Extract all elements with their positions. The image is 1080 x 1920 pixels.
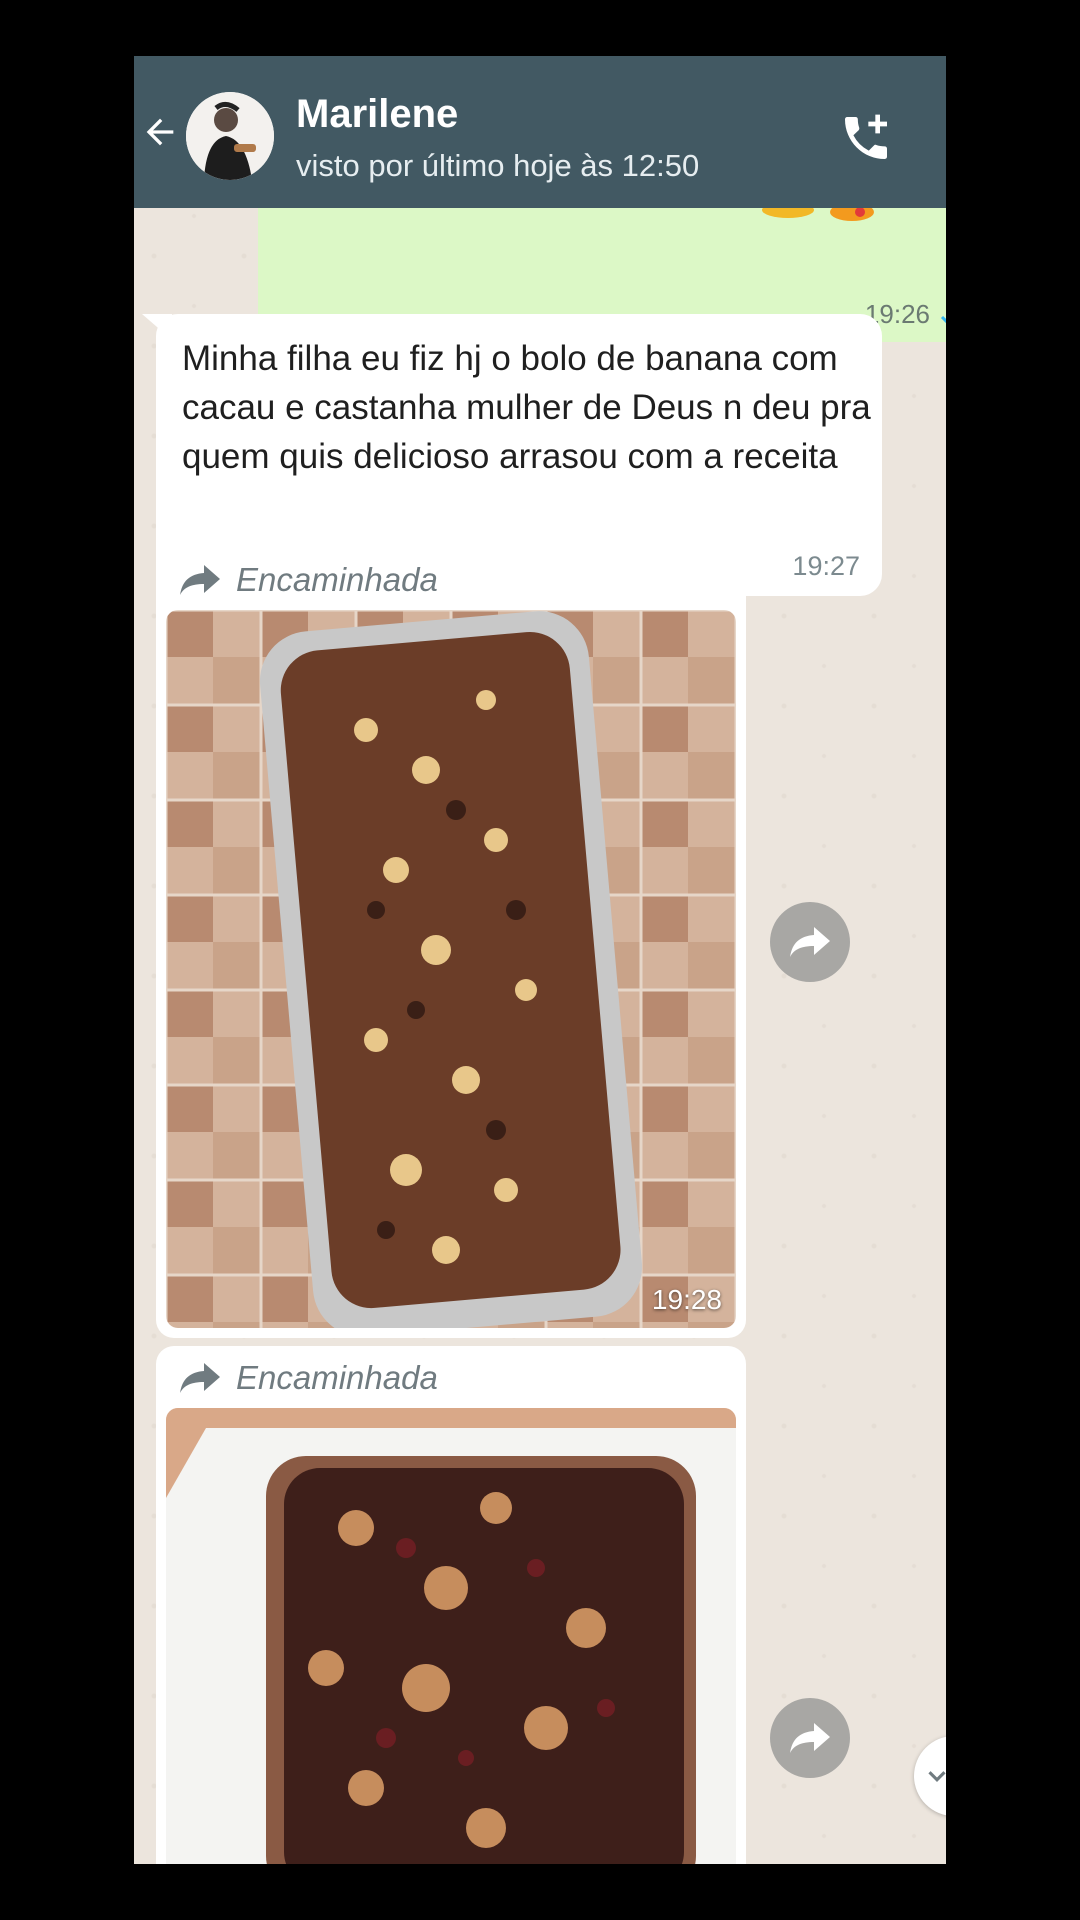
forwarded-label: Encaminhada [236,1359,438,1396]
forwarded-label-row: Encaminhada [178,1356,438,1400]
forwarded-label: Encaminhada [236,561,438,598]
chat-screen: Marilene visto por último hoje às 12:50 … [134,56,946,1864]
message-text: Minha filha eu fiz hj o bolo de banana c… [182,339,871,476]
cake-photo[interactable]: 19:28 [166,610,736,1328]
forwarded-image-message[interactable]: Encaminhada [156,548,746,1338]
forward-button[interactable] [770,1698,850,1778]
chevron-down-icon [928,1771,946,1782]
avatar[interactable] [186,92,274,180]
forward-icon [790,1723,830,1753]
forward-button[interactable] [770,902,850,982]
contact-name[interactable]: Marilene [296,92,458,137]
forward-icon [180,565,220,595]
add-call-icon[interactable] [838,110,894,166]
forward-icon [180,1363,220,1393]
message-time: 19:27 [792,551,860,581]
image-time: 19:28 [651,1284,722,1315]
cake-photo[interactable] [166,1408,736,1864]
emoji-icon [762,206,874,221]
read-ticks-icon [940,315,946,324]
last-seen-status: visto por último hoje às 12:50 [296,148,700,183]
forward-icon [790,927,830,957]
arrow-left-icon[interactable] [140,112,180,152]
chat-header: Marilene visto por último hoje às 12:50 [134,56,946,208]
forwarded-image-message[interactable]: Encaminhada [156,1346,746,1864]
forwarded-label-row: Encaminhada [178,558,438,602]
